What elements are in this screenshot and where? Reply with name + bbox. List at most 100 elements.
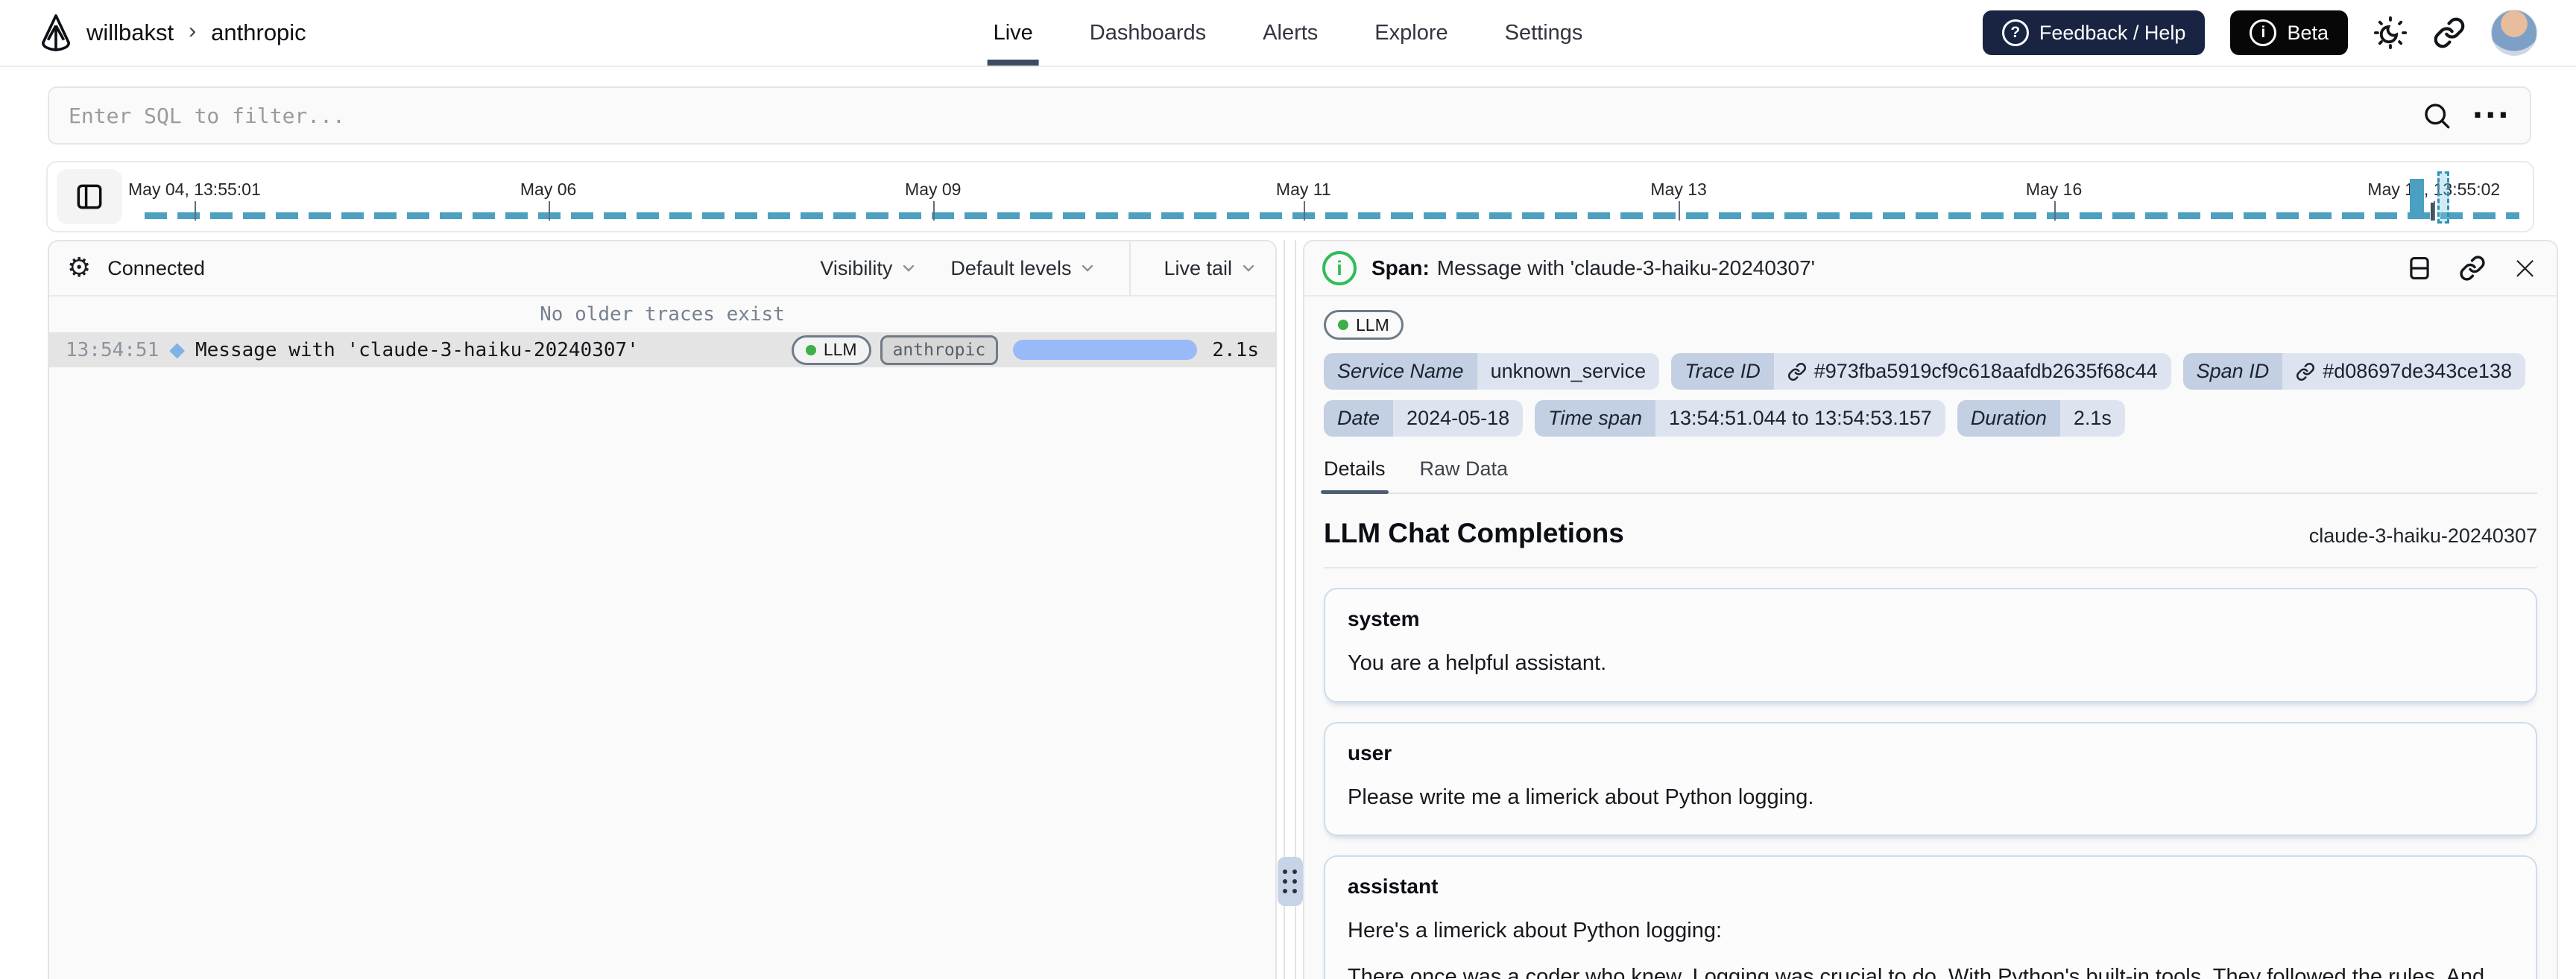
nav-tabs: Live Dashboards Alerts Explore Settings [987, 0, 1583, 66]
span-diamond-icon: ◆ [169, 338, 185, 361]
timeline-cursor [2430, 203, 2434, 221]
gear-icon[interactable]: ⚙ [67, 255, 91, 282]
info-icon: i [1322, 251, 1357, 285]
user-avatar[interactable] [2491, 10, 2537, 56]
span-title-text: Message with 'claude-3-haiku-20240307' [1436, 256, 1816, 279]
attr-value: 2024-05-18 [1393, 400, 1524, 437]
message-card-assistant: assistant Here's a limerick about Python… [1324, 855, 2537, 979]
search-icon[interactable] [2421, 100, 2452, 131]
section-divider [1324, 567, 2537, 568]
close-icon[interactable]: × [2511, 252, 2539, 285]
attr-label: Trace ID [1671, 353, 1774, 390]
live-tail-label: Live tail [1164, 256, 1232, 279]
span-attributes-row-2: Date 2024-05-18 Time span 13:54:51.044 t… [1324, 400, 2537, 437]
more-options-icon[interactable]: ··· [2472, 101, 2510, 130]
trace-duration-bar [1013, 340, 1198, 360]
tab-live[interactable]: Live [987, 0, 1040, 66]
feedback-help-label: Feedback / Help [2039, 21, 2186, 44]
message-card-user: user Please write me a limerick about Py… [1324, 721, 2537, 836]
timeline-histogram-bar [2410, 179, 2425, 219]
timeline-tick-label: May 06 [520, 180, 577, 199]
timeline-tick-label: May 04, 13:55:01 [128, 180, 261, 199]
panel-resizer [1277, 240, 1303, 979]
beta-button[interactable]: i Beta [2230, 10, 2348, 55]
attr-label: Span ID [2182, 353, 2283, 390]
attr-trace-id[interactable]: Trace ID #973fba5919cf9c618aafdb2635f68c… [1671, 353, 2171, 390]
span-panel-header: i Span: Message with 'claude-3-haiku-2024… [1304, 241, 2557, 297]
timeline-selection-window[interactable] [2437, 171, 2450, 224]
message-role: user [1348, 741, 1392, 764]
sql-filter-input[interactable] [69, 103, 2422, 128]
nav-actions: ? Feedback / Help i Beta [1982, 10, 2537, 56]
attr-value: #973fba5919cf9c618aafdb2635f68c44 [1773, 353, 2171, 390]
breadcrumb-org[interactable]: willbakst [86, 19, 174, 46]
attr-time-span: Time span 13:54:51.044 to 13:54:53.157 [1535, 400, 1945, 437]
feedback-help-button[interactable]: ? Feedback / Help [1982, 10, 2206, 55]
question-circle-icon: ? [2001, 19, 2029, 46]
span-llm-tag-label: LLM [1356, 314, 1389, 335]
message-role: system [1348, 607, 1420, 630]
timeline-tick-label: May 11 [1275, 180, 1331, 199]
header-divider [1129, 241, 1131, 295]
span-detail-tabs: Details Raw Data [1321, 457, 2537, 494]
breadcrumb-project[interactable]: anthropic [211, 19, 306, 46]
top-nav: willbakst › anthropic Live Dashboards Al… [0, 0, 2576, 67]
attr-span-id[interactable]: Span ID #d08697de343ce138 [2182, 353, 2525, 390]
timeline-tick-label: May 18, 13:55:02 [2367, 180, 2501, 199]
share-link-icon[interactable] [2433, 16, 2466, 49]
timeline-tick [194, 201, 196, 221]
message-text: Here's a limerick about Python logging: [1348, 919, 1723, 942]
span-id-value: #d08697de343ce138 [2323, 360, 2512, 382]
tab-alerts[interactable]: Alerts [1263, 0, 1318, 66]
attr-label: Service Name [1324, 353, 1477, 390]
breadcrumb-separator-icon: › [189, 19, 197, 43]
tab-dashboards[interactable]: Dashboards [1090, 0, 1206, 66]
attr-label: Duration [1957, 400, 2060, 437]
span-llm-tag: LLM [1324, 310, 1404, 340]
timeline-tick [2434, 201, 2436, 221]
trace-id-value: #973fba5919cf9c618aafdb2635f68c44 [1813, 360, 2158, 382]
attr-service-name: Service Name unknown_service [1324, 353, 1660, 390]
timeline-tick-label: May 16 [2025, 180, 2083, 199]
timeline-tick [548, 201, 550, 221]
tab-settings[interactable]: Settings [1505, 0, 1583, 66]
link-icon [1787, 362, 1806, 381]
traces-panel: ⚙ Connected Visibility Default levels Li… [48, 240, 1277, 979]
message-role: assistant [1348, 875, 1439, 898]
llm-section-header: LLM Chat Completions claude-3-haiku-2024… [1324, 518, 2537, 549]
chevron-down-icon [1082, 264, 1093, 272]
timeline-tick [932, 201, 935, 221]
tab-explore[interactable]: Explore [1374, 0, 1448, 66]
breadcrumb: willbakst › anthropic [39, 14, 306, 51]
sql-filter-bar: ··· [48, 86, 2531, 145]
chevron-down-icon [1243, 264, 1254, 272]
llm-tag-label: LLM [823, 340, 857, 359]
section-title: LLM Chat Completions [1324, 518, 1624, 548]
beta-label: Beta [2287, 21, 2329, 44]
sidebar-toggle-icon[interactable] [57, 169, 122, 224]
trace-row[interactable]: 13:54:51 ◆ Message with 'claude-3-haiku-… [49, 332, 1275, 367]
span-detail-panel: i Span: Message with 'claude-3-haiku-2024… [1303, 240, 2558, 979]
copy-link-icon[interactable] [2459, 255, 2486, 282]
message-text: You are a helpful assistant. [1348, 651, 1607, 675]
scope-tag: anthropic [880, 335, 999, 365]
attr-label: Date [1324, 400, 1394, 437]
attr-value: 13:54:51.044 to 13:54:53.157 [1655, 400, 1945, 437]
live-tail-dropdown[interactable]: Live tail [1164, 257, 1257, 280]
split-view-icon[interactable] [2405, 254, 2434, 282]
resizer-grip-icon[interactable] [1277, 857, 1303, 906]
tab-details[interactable]: Details [1321, 457, 1389, 494]
default-levels-dropdown[interactable]: Default levels [950, 257, 1096, 280]
timeline-dashed-line [145, 212, 2519, 219]
llm-tag: LLM [791, 335, 871, 365]
tab-raw-data[interactable]: Raw Data [1420, 457, 1509, 492]
timeline-track[interactable]: May 04, 13:55:01 May 06 May 09 May 11 Ma… [128, 162, 2519, 231]
connection-status: Connected [107, 256, 205, 279]
timeline-tick-label: May 13 [1650, 180, 1707, 199]
theme-toggle-icon[interactable] [2373, 16, 2408, 50]
visibility-dropdown[interactable]: Visibility [820, 257, 918, 280]
trace-timestamp: 13:54:51 [66, 338, 160, 361]
green-dot-icon [1338, 320, 1348, 330]
logfire-logo-icon[interactable] [39, 14, 73, 51]
green-dot-icon [805, 344, 816, 355]
